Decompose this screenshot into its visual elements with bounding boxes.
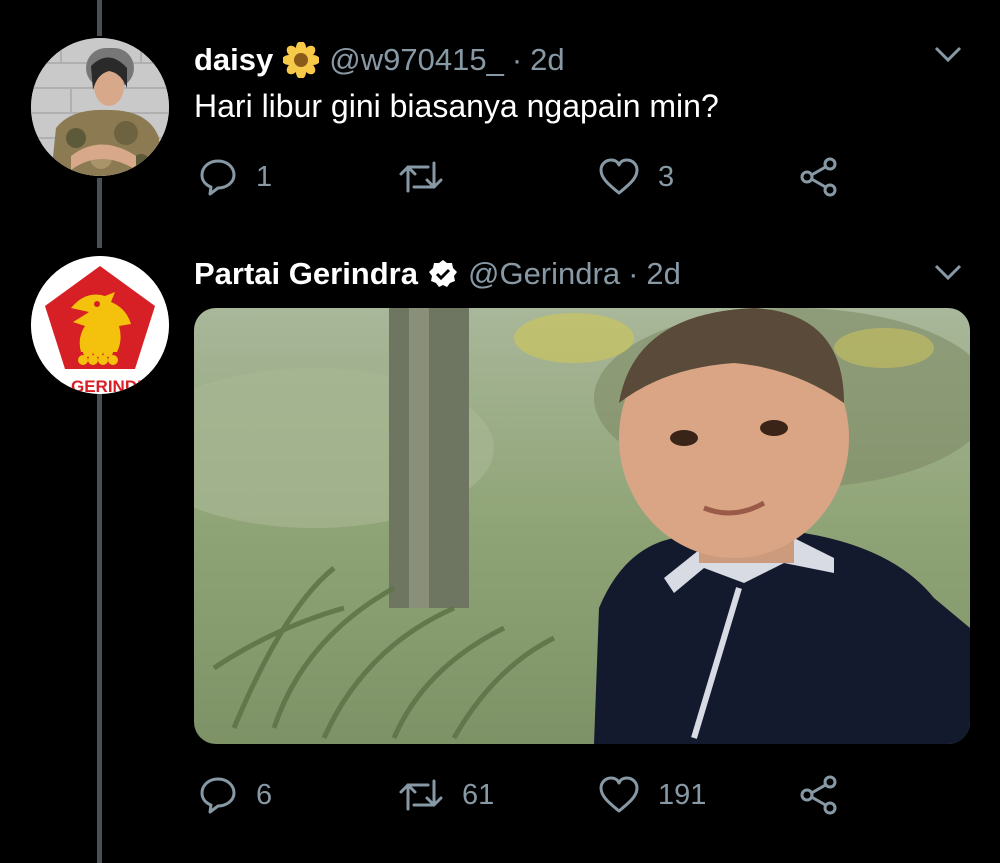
timestamp[interactable]: 2d xyxy=(646,256,680,292)
reply-count: 6 xyxy=(256,778,273,811)
like-button[interactable]: 191 xyxy=(598,770,706,820)
tweet-text: Hari libur gini biasanya ngapain min? xyxy=(194,88,719,124)
retweet-icon xyxy=(399,161,443,193)
thread-line-mid xyxy=(97,178,102,248)
reply-count: 1 xyxy=(256,160,273,193)
verified-badge-icon xyxy=(428,259,458,289)
heart-icon xyxy=(599,776,639,813)
tweet-header: Partai Gerindra @Gerindra · 2d xyxy=(194,256,681,292)
separator-dot: · xyxy=(628,256,639,291)
share-button[interactable] xyxy=(798,152,840,202)
separator-dot: · xyxy=(511,42,523,77)
retweet-count: 61 xyxy=(462,778,495,811)
share-icon xyxy=(800,775,837,815)
handle[interactable]: @Gerindra xyxy=(468,256,620,292)
timestamp[interactable]: 2d xyxy=(530,42,564,78)
avatar-gerindra[interactable]: GERINDRA xyxy=(31,256,169,394)
thread-line-bottom xyxy=(97,388,102,863)
retweet-button[interactable]: 61 xyxy=(398,770,494,820)
reply-icon xyxy=(200,777,236,814)
retweet-icon xyxy=(399,779,443,811)
chevron-down-icon[interactable] xyxy=(933,262,963,282)
chevron-down-icon[interactable] xyxy=(933,44,963,64)
share-button[interactable] xyxy=(798,770,840,820)
display-name[interactable]: Partai Gerindra xyxy=(194,256,418,292)
like-count: 3 xyxy=(658,160,675,193)
avatar-daisy[interactable] xyxy=(31,38,169,176)
tweet-media-image[interactable] xyxy=(194,308,970,744)
like-count: 191 xyxy=(658,778,707,811)
thread-line-top xyxy=(97,0,102,36)
display-name[interactable]: daisy xyxy=(194,42,273,78)
tweet-header: daisy @w970415_ · 2d xyxy=(194,42,565,78)
reply-button[interactable]: 6 xyxy=(198,770,272,820)
handle[interactable]: @w970415_ xyxy=(329,42,504,78)
sunflower-icon xyxy=(283,42,320,78)
tweet-actions: 6 61 191 xyxy=(198,770,858,820)
reply-icon xyxy=(200,159,236,196)
gerindra-logo-text: GERINDRA xyxy=(71,377,162,394)
share-icon xyxy=(800,157,837,197)
tweet-actions: 1 3 xyxy=(198,152,858,202)
retweet-button[interactable] xyxy=(398,152,462,202)
like-button[interactable]: 3 xyxy=(598,152,674,202)
reply-button[interactable]: 1 xyxy=(198,152,272,202)
heart-icon xyxy=(599,158,639,195)
